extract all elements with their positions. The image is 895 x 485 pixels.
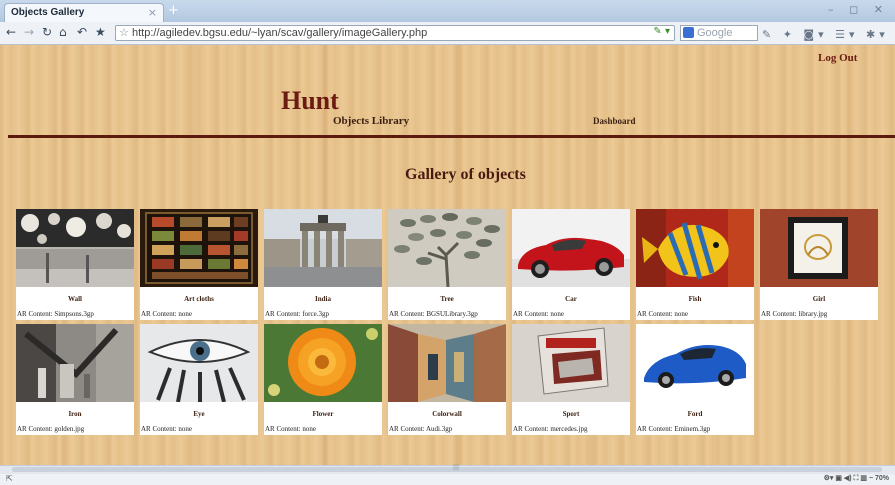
gallery-card[interactable]: Iron AR Content: golden.jpg: [16, 324, 134, 435]
new-tab-icon[interactable]: +: [168, 3, 179, 18]
card-name[interactable]: Flower: [264, 410, 382, 418]
card-name[interactable]: Car: [512, 295, 630, 303]
site-brand: Hunt: [281, 86, 339, 115]
address-dropdown-icon[interactable]: ✎ ▾: [653, 26, 670, 37]
tab-close-icon[interactable]: ×: [148, 6, 157, 19]
card-name[interactable]: Wall: [16, 295, 134, 303]
browser-toolbar: ← → ↻ ⌂ ↶ ★ ☆ http://agiledev.bgsu.edu/~…: [0, 22, 895, 45]
card-name[interactable]: India: [264, 295, 382, 303]
gallery-card[interactable]: India AR Content: force.3gp: [264, 209, 382, 320]
card-ar-content: AR Content: BGSULibrary.3gp: [389, 310, 478, 318]
browser-tab-bar: Objects Gallery × + – ◻ ✕: [0, 0, 895, 22]
gallery-title: Gallery of objects: [405, 166, 526, 183]
card-ar-content: AR Content: none: [141, 425, 192, 433]
gallery-image[interactable]: [760, 209, 878, 287]
card-name[interactable]: Sport: [512, 410, 630, 418]
gallery-image[interactable]: [140, 209, 258, 287]
google-icon: [683, 27, 694, 38]
gallery-image[interactable]: [636, 324, 754, 402]
status-zoom[interactable]: ⚙▾ ▣ ◀) ⛶ ▥ − 70%: [824, 474, 889, 483]
status-icon: ⇱: [6, 474, 13, 483]
tab-title: Objects Gallery: [11, 7, 85, 18]
card-name[interactable]: Ford: [636, 410, 754, 418]
gallery-card[interactable]: Sport AR Content: mercedes.jpg: [512, 324, 630, 435]
back-icon[interactable]: ←: [6, 25, 16, 39]
search-input[interactable]: Google: [680, 25, 758, 41]
toolbar-extension-icons[interactable]: ✎ ✦ ◙▾ ☰▾ ✱▾ ≡ ⭳: [762, 26, 895, 45]
card-ar-content: AR Content: golden.jpg: [17, 425, 85, 433]
gallery-card[interactable]: Tree AR Content: BGSULibrary.3gp: [388, 209, 506, 320]
gallery-card[interactable]: Eye AR Content: none: [140, 324, 258, 435]
bookmark-star-icon[interactable]: ★: [95, 25, 106, 39]
card-ar-content: AR Content: none: [141, 310, 192, 318]
nav-objects-library[interactable]: Objects Library: [333, 115, 409, 127]
horizontal-scrollbar[interactable]: |||: [0, 464, 895, 474]
undo-icon[interactable]: ↶: [77, 25, 87, 39]
reload-icon[interactable]: ↻: [42, 25, 52, 39]
gallery-image[interactable]: [636, 209, 754, 287]
zoom-level[interactable]: 70%: [875, 475, 889, 482]
search-placeholder: Google: [697, 27, 733, 39]
status-bar: ⇱ ⚙▾ ▣ ◀) ⛶ ▥ − 70%: [0, 474, 895, 485]
gallery-card[interactable]: Colorwall AR Content: Audi.3gp: [388, 324, 506, 435]
card-ar-content: AR Content: none: [513, 310, 564, 318]
gallery-image[interactable]: [512, 209, 630, 287]
gallery-card[interactable]: Fish AR Content: none: [636, 209, 754, 320]
gallery-card[interactable]: Ford AR Content: Eminem.3gp: [636, 324, 754, 435]
card-ar-content: AR Content: Simpsons.3gp: [17, 310, 94, 318]
card-ar-content: AR Content: none: [637, 310, 688, 318]
gallery-card[interactable]: Art cloths AR Content: none: [140, 209, 258, 320]
gallery-image[interactable]: [16, 209, 134, 287]
gallery-image[interactable]: [264, 209, 382, 287]
scrollbar-thumb[interactable]: [12, 467, 882, 472]
card-ar-content: AR Content: mercedes.jpg: [513, 425, 588, 433]
address-bar[interactable]: ☆ http://agiledev.bgsu.edu/~lyan/scav/ga…: [115, 25, 675, 41]
url-text[interactable]: http://agiledev.bgsu.edu/~lyan/scav/gall…: [132, 27, 427, 39]
card-name[interactable]: Tree: [388, 295, 506, 303]
card-name[interactable]: Colorwall: [388, 410, 506, 418]
gallery-image[interactable]: [16, 324, 134, 402]
gallery-card[interactable]: Wall AR Content: Simpsons.3gp: [16, 209, 134, 320]
gallery-image[interactable]: [512, 324, 630, 402]
card-name[interactable]: Iron: [16, 410, 134, 418]
gallery-image[interactable]: [388, 209, 506, 287]
gallery-card[interactable]: Flower AR Content: none: [264, 324, 382, 435]
home-icon[interactable]: ⌂: [59, 25, 67, 39]
gallery-image[interactable]: [264, 324, 382, 402]
forward-icon[interactable]: →: [24, 25, 34, 39]
page-content: Log Out Hunt Objects Library Dashboard G…: [0, 45, 895, 465]
browser-tab[interactable]: Objects Gallery ×: [4, 3, 164, 22]
gallery-image[interactable]: [140, 324, 258, 402]
star-icon[interactable]: ☆: [119, 26, 129, 39]
window-controls[interactable]: – ◻ ✕: [828, 3, 889, 16]
card-name[interactable]: Art cloths: [140, 295, 258, 303]
card-name[interactable]: Eye: [140, 410, 258, 418]
card-ar-content: AR Content: Eminem.3gp: [637, 425, 711, 433]
card-ar-content: AR Content: force.3gp: [265, 310, 329, 318]
card-ar-content: AR Content: none: [265, 425, 316, 433]
card-ar-content: AR Content: library.jpg: [761, 310, 828, 318]
logout-link[interactable]: Log Out: [818, 52, 857, 64]
card-ar-content: AR Content: Audi.3gp: [389, 425, 453, 433]
nav-dashboard[interactable]: Dashboard: [593, 116, 636, 126]
gallery-card[interactable]: Girl AR Content: library.jpg: [760, 209, 878, 320]
gallery-image[interactable]: [388, 324, 506, 402]
card-name[interactable]: Girl: [760, 295, 878, 303]
header-divider: [8, 135, 895, 138]
gallery-card[interactable]: Car AR Content: none: [512, 209, 630, 320]
card-name[interactable]: Fish: [636, 295, 754, 303]
scrollbar-grip-icon: |||: [453, 464, 460, 471]
